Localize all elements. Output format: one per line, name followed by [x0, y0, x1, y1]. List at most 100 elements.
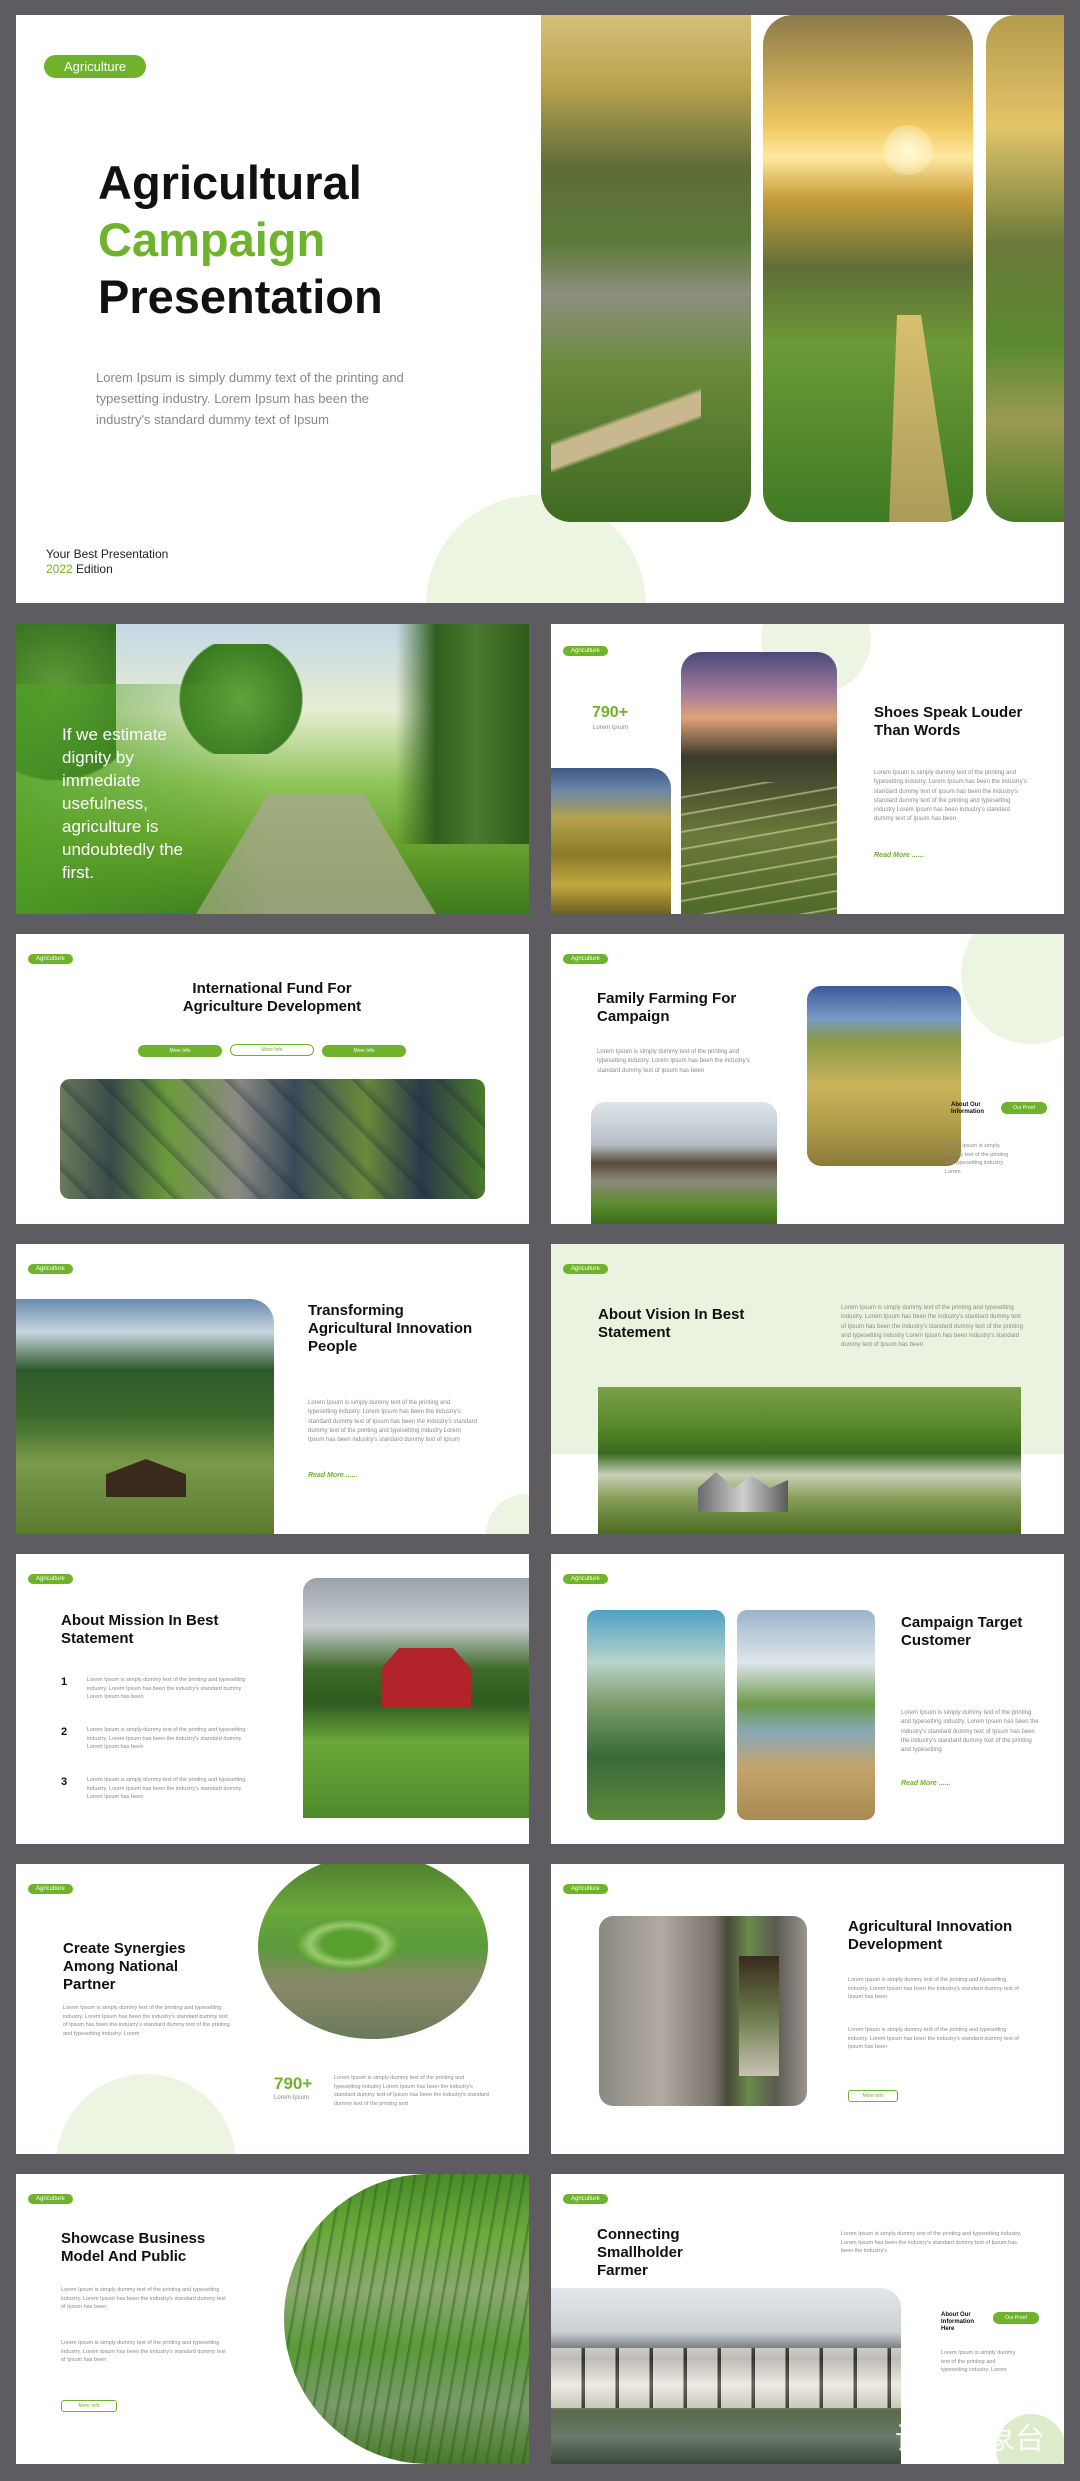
more-info-button[interactable]: More Info [61, 2400, 117, 2412]
stat-number: 790+ [592, 704, 629, 721]
category-tag: Agriculture [44, 55, 147, 78]
hero-photo-panel-3 [986, 15, 1064, 522]
read-more-link[interactable]: Read More ...... [308, 1472, 357, 1479]
slide-international-fund: Agriculture International Fund For Agric… [16, 934, 529, 1224]
barn-shape [381, 1648, 471, 1708]
mountain-valley-photo [587, 1610, 725, 1820]
slide-title: Agricultural Innovation Development [848, 1918, 1013, 1953]
category-tag: Agriculture [563, 954, 608, 964]
slide-mission: Agriculture About Mission In Best Statem… [16, 1554, 529, 1844]
terrace-photo [551, 768, 671, 914]
read-more-link[interactable]: Read More ...... [901, 1780, 950, 1787]
slide-title: Campaign Target Customer [901, 1614, 1023, 1649]
intro-text: Lorem Ipsum is simply dummy text of the … [96, 370, 404, 427]
houses-row [551, 2348, 901, 2408]
slide-body-1: Lorem Ipsum is simply dummy text of the … [848, 1977, 1019, 2001]
decorative-circle [56, 2074, 236, 2154]
slide-body: Lorem Ipsum is simply dummy text of the … [308, 1400, 477, 1444]
read-more-link[interactable]: Read More ...... [874, 852, 923, 859]
tree-cluster-right [396, 624, 529, 844]
water-town-photo [551, 2288, 901, 2464]
mission-text-2: Lorem Ipsum is simply dummy text of the … [87, 1727, 246, 1751]
stat-label: Lorem Ipsum [274, 2095, 310, 2101]
slide-title: Showcase Business Model And Public [61, 2230, 206, 2265]
slide-body: Lorem Ipsum is simply dummy text of the … [874, 770, 1027, 823]
more-info-button-2[interactable]: More Info [230, 1044, 314, 1056]
slide-title: International Fund For Agriculture Devel… [182, 980, 362, 1015]
category-tag: Agriculture [28, 1574, 73, 1584]
red-barn-photo [303, 1578, 529, 1818]
village-houses [698, 1472, 788, 1512]
slide-title: About Mission In Best Statement [61, 1612, 219, 1647]
path-shape [551, 332, 701, 522]
category-tag: Agriculture [563, 1574, 608, 1584]
category-tag: Agriculture [563, 646, 608, 656]
slide-title: Family Farming For Campaign [597, 990, 737, 1025]
stat-body: Lorem Ipsum is simply dummy text of the … [334, 2075, 489, 2107]
village-aerial-photo [60, 1079, 485, 1199]
our-proof-button[interactable]: Our Proof [993, 2312, 1039, 2324]
side-body: Lorem Ipsum is simply dummy text of the … [945, 1143, 1009, 1175]
slide-body: Lorem Ipsum is simply dummy text of the … [841, 2231, 1022, 2255]
modern-house-photo [591, 1102, 777, 1224]
slide-synergies: Agriculture Create Synergies Among Natio… [16, 1864, 529, 2154]
stat-number: 790+ [274, 2074, 313, 2093]
decorative-circle [486, 1494, 529, 1534]
slide-title: Connecting Smallholder Farmer [597, 2226, 683, 2279]
roof-pattern [60, 1079, 485, 1199]
title-line-3: Presentation [98, 270, 383, 323]
stat-label: Lorem Ipsum [593, 725, 629, 731]
slide-quote: If we estimate dignity by immediate usef… [16, 624, 529, 914]
slide-transforming: Agriculture Transforming Agricultural In… [16, 1244, 529, 1534]
footer-edition-word: Edition [76, 562, 113, 576]
slide-body: Lorem Ipsum is simply dummy text of the … [901, 1710, 1039, 1754]
slide-vision: Agriculture About Vision In Best Stateme… [551, 1244, 1064, 1534]
slide-body: Lorem Ipsum is simply dummy text of the … [63, 2005, 230, 2037]
our-proof-button[interactable]: Our Proof [1001, 1102, 1047, 1114]
sun-glow [883, 125, 933, 175]
category-tag: Agriculture [563, 1264, 608, 1274]
slide-title: Create Synergies Among National Partner [63, 1940, 186, 1993]
mission-number-3: 3 [61, 1776, 68, 1788]
slide-title: Agriculture Agricultural Campaign Presen… [16, 15, 1064, 603]
valley-village-photo [598, 1387, 1021, 1534]
category-tag: Agriculture [563, 2194, 608, 2204]
slide-title: Shoes Speak Louder Than Words [874, 704, 1023, 739]
cabin-shape [106, 1459, 186, 1497]
category-tag: Agriculture [28, 954, 73, 964]
footer-label: Your Best Presentation [46, 547, 169, 561]
light-trails [681, 782, 837, 914]
more-info-button[interactable]: More Info [848, 2090, 898, 2102]
mission-text-1: Lorem Ipsum is simply dummy text of the … [87, 1677, 246, 1701]
river-shape [889, 315, 953, 522]
footer-year: 2022 [46, 562, 73, 576]
stone-doorway-photo [599, 1916, 807, 2106]
slide-body-2: Lorem Ipsum is simply dummy text of the … [61, 2340, 226, 2364]
slide-title: Transforming Agricultural Innovation Peo… [308, 1302, 473, 1355]
side-body: Lorem Ipsum is simply dummy text of the … [941, 2350, 1016, 2374]
hill-pasture-photo [807, 986, 961, 1166]
land-art-photo [258, 1864, 488, 2039]
more-info-button-3[interactable]: More Info [322, 1045, 406, 1057]
slide-showcase: Agriculture Showcase Business Model And … [16, 2174, 529, 2464]
more-info-button-1[interactable]: More Info [138, 1045, 222, 1057]
slide-family-farming: Agriculture Family Farming For Campaign … [551, 934, 1064, 1224]
side-title: About Our Information [951, 1102, 984, 1116]
category-tag: Agriculture [28, 1264, 73, 1274]
title-line-1: Agricultural [98, 156, 362, 209]
hero-photo-panel-2 [763, 15, 973, 522]
category-tag: Agriculture [28, 2194, 73, 2204]
decorative-circle [961, 934, 1064, 1044]
slide-body: Lorem Ipsum is simply dummy text of the … [841, 1305, 1023, 1349]
mission-text-3: Lorem Ipsum is simply dummy text of the … [87, 1777, 246, 1801]
hero-photo-panel-1 [541, 15, 751, 522]
mission-number-2: 2 [61, 1726, 68, 1738]
watermark-text: 设计气象台 [895, 2422, 1045, 2457]
slide-target-customer: Agriculture Campaign Target Customer Lor… [551, 1554, 1064, 1844]
mission-number-1: 1 [61, 1676, 68, 1688]
slide-title: About Vision In Best Statement [598, 1306, 745, 1341]
slide-body: Lorem Ipsum is simply dummy text of the … [597, 1049, 750, 1074]
title-line-2: Campaign [98, 213, 326, 266]
side-title: About Our Information Here [941, 2312, 974, 2333]
footer-edition: 2022 Edition [46, 562, 113, 576]
